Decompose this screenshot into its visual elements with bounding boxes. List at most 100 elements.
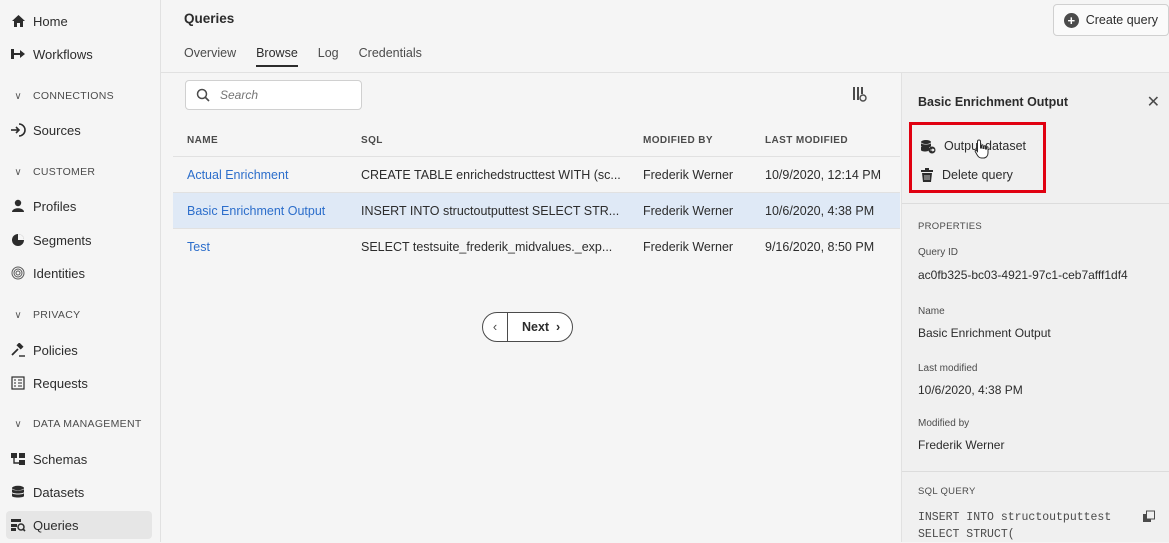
query-name-link[interactable]: Test xyxy=(173,240,361,254)
chevron-down-icon: ∨ xyxy=(14,309,22,321)
sidebar-section-privacy[interactable]: ∨ PRIVACY xyxy=(6,303,156,327)
tab-browse[interactable]: Browse xyxy=(256,46,298,67)
sidebar-item-profiles[interactable]: Profiles xyxy=(6,192,152,220)
query-last-modified: 10/9/2020, 12:14 PM xyxy=(765,167,882,182)
sidebar-item-segments[interactable]: Segments xyxy=(6,226,152,254)
column-header-name[interactable]: NAME xyxy=(173,135,361,146)
sidebar-section-label: CONNECTIONS xyxy=(33,90,114,102)
previous-page-button[interactable]: ‹ xyxy=(483,313,508,341)
table-row-selected[interactable]: Basic Enrichment Output INSERT INTO stru… xyxy=(173,192,900,228)
pagination: ‹ Next › xyxy=(482,312,574,342)
query-sql: CREATE TABLE enrichedstructtest WITH (sc… xyxy=(361,167,621,182)
sidebar-item-label: Home xyxy=(33,13,68,29)
panel-divider xyxy=(902,203,1169,204)
query-last-modified: 9/16/2020, 8:50 PM xyxy=(765,239,875,254)
sidebar-section-customer[interactable]: ∨ CUSTOMER xyxy=(6,160,156,184)
query-name-link[interactable]: Actual Enrichment xyxy=(173,168,361,182)
annotation-highlight-box xyxy=(909,122,1046,193)
page-title: Queries xyxy=(184,11,235,26)
next-label: Next xyxy=(522,320,550,334)
sql-query-heading: SQL QUERY xyxy=(918,486,976,497)
create-query-label: Create query xyxy=(1085,13,1158,27)
query-modified-by: Frederik Werner xyxy=(643,167,734,182)
sidebar-section-label: DATA MANAGEMENT xyxy=(33,418,142,430)
last-modified-label: Last modified xyxy=(918,363,978,374)
properties-heading: PROPERTIES xyxy=(918,221,983,232)
table-row[interactable]: Test SELECT testsuite_frederik_midvalues… xyxy=(173,228,900,264)
sidebar-item-label: Queries xyxy=(33,517,79,533)
sidebar-item-policies[interactable]: Policies xyxy=(6,336,152,364)
panel-divider xyxy=(902,471,1169,472)
tab-overview[interactable]: Overview xyxy=(184,46,236,67)
sidebar-section-label: CUSTOMER xyxy=(33,166,96,178)
sidebar-item-schemas[interactable]: Schemas xyxy=(6,445,152,473)
sidebar: Home Workflows ∨ CONNECTIONS Sources ∨ C… xyxy=(0,0,161,542)
sidebar-item-identities[interactable]: Identities xyxy=(6,259,152,287)
sidebar-item-queries[interactable]: Queries xyxy=(6,511,152,539)
chevron-down-icon: ∨ xyxy=(14,90,22,102)
fingerprint-icon xyxy=(10,265,26,281)
last-modified-value: 10/6/2020, 4:38 PM xyxy=(918,383,1023,397)
sidebar-section-connections[interactable]: ∨ CONNECTIONS xyxy=(6,84,156,108)
sidebar-item-workflows[interactable]: Workflows xyxy=(6,40,152,68)
sidebar-item-label: Sources xyxy=(33,122,81,138)
workflows-icon xyxy=(10,46,26,62)
gavel-icon xyxy=(10,342,26,358)
queries-icon xyxy=(10,517,26,533)
tabs: Overview Browse Log Credentials xyxy=(184,46,442,67)
search-input[interactable] xyxy=(218,87,352,103)
sql-line: INSERT INTO structoutputtest xyxy=(918,511,1112,524)
schema-icon xyxy=(10,451,26,467)
chevron-down-icon: ∨ xyxy=(14,166,22,178)
database-icon xyxy=(10,484,26,500)
query-sql: INSERT INTO structoutputtest SELECT STR.… xyxy=(361,203,620,218)
chevron-right-icon: › xyxy=(556,320,561,334)
sidebar-item-requests[interactable]: Requests xyxy=(6,369,152,397)
sidebar-item-label: Workflows xyxy=(33,46,93,62)
home-icon xyxy=(10,13,26,29)
sidebar-section-label: PRIVACY xyxy=(33,309,81,321)
requests-icon xyxy=(10,375,26,391)
query-last-modified: 10/6/2020, 4:38 PM xyxy=(765,203,875,218)
query-id-label: Query ID xyxy=(918,247,959,258)
user-icon xyxy=(10,198,26,214)
query-id-value: ac0fb325-bc03-4921-97c1-ceb7afff1df4 xyxy=(918,268,1128,282)
copy-icon[interactable] xyxy=(1142,510,1156,527)
sidebar-section-data-management[interactable]: ∨ DATA MANAGEMENT xyxy=(6,412,156,436)
sidebar-item-sources[interactable]: Sources xyxy=(6,116,152,144)
sidebar-item-label: Profiles xyxy=(33,198,77,214)
sidebar-item-label: Policies xyxy=(33,342,78,358)
chevron-down-icon: ∨ xyxy=(14,418,22,430)
sidebar-item-datasets[interactable]: Datasets xyxy=(6,478,152,506)
table-header: NAME SQL MODIFIED BY LAST MODIFIED xyxy=(173,124,900,156)
sidebar-item-label: Requests xyxy=(33,375,88,391)
column-header-sql[interactable]: SQL xyxy=(361,135,643,146)
sql-query-text: INSERT INTO structoutputtest SELECT STRUC… xyxy=(918,509,1111,543)
close-icon[interactable]: ✕ xyxy=(1147,92,1160,112)
modified-by-label: Modified by xyxy=(918,418,970,429)
sidebar-item-home[interactable]: Home xyxy=(6,7,152,35)
add-circle-icon: + xyxy=(1063,12,1079,28)
tab-credentials[interactable]: Credentials xyxy=(359,46,422,67)
name-label: Name xyxy=(918,306,945,317)
name-value-link[interactable]: Basic Enrichment Output xyxy=(918,326,1051,340)
table-row[interactable]: Actual Enrichment CREATE TABLE enricheds… xyxy=(173,156,900,192)
panel-title: Basic Enrichment Output xyxy=(918,95,1069,109)
search-icon xyxy=(196,88,210,102)
tab-log[interactable]: Log xyxy=(318,46,339,67)
sidebar-item-label: Schemas xyxy=(33,451,88,467)
sidebar-item-label: Segments xyxy=(33,232,92,248)
modified-by-value: Frederik Werner xyxy=(918,438,1005,452)
sidebar-item-label: Datasets xyxy=(33,484,85,500)
next-page-button[interactable]: Next › xyxy=(508,320,572,334)
create-query-button[interactable]: + Create query xyxy=(1052,4,1169,36)
query-sql: SELECT testsuite_frederik_midvalues._exp… xyxy=(361,239,613,254)
column-header-modified-by[interactable]: MODIFIED BY xyxy=(643,135,765,146)
segments-icon xyxy=(10,232,26,248)
query-name-link[interactable]: Basic Enrichment Output xyxy=(173,204,361,218)
search-field[interactable] xyxy=(185,80,362,110)
query-modified-by: Frederik Werner xyxy=(643,203,734,218)
column-settings-icon[interactable] xyxy=(851,86,867,105)
column-header-last-modified[interactable]: LAST MODIFIED xyxy=(765,135,900,146)
sources-icon xyxy=(10,122,26,138)
